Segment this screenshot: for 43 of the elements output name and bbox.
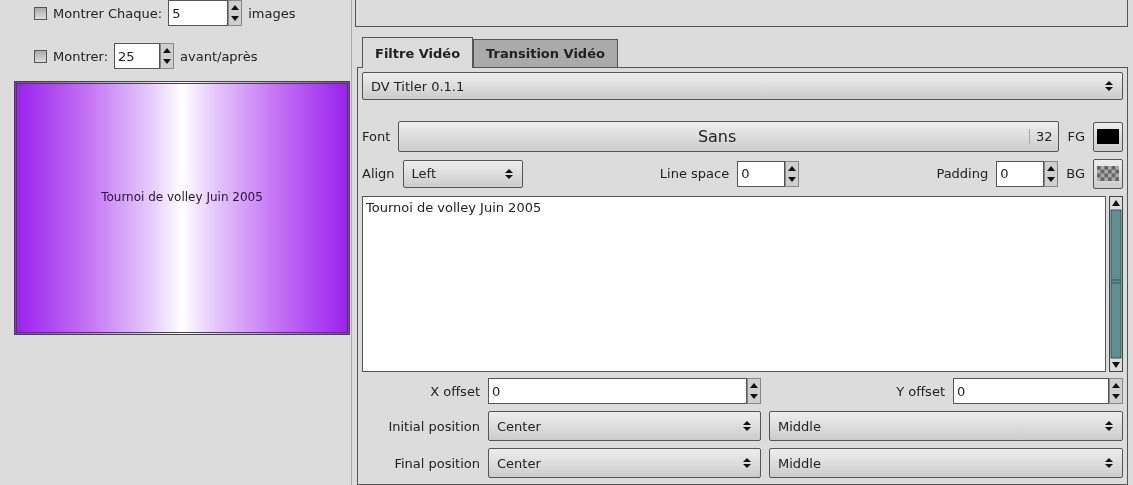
tab[interactable]: Filtre Vidéo [362,37,474,68]
vertical-dropdown[interactable]: Middle [769,448,1123,478]
caret-icon [1104,457,1114,469]
unit-label: avant/après [180,48,258,64]
padding-label: Padding [936,166,989,181]
checkbox-label: Montrer: [53,48,109,64]
position-label: Initial position [387,418,480,434]
spin-arrows-icon[interactable] [228,0,243,26]
unit-label: images [248,5,296,21]
filter-dropdown[interactable]: DV Titler 0.1.1 [362,72,1123,100]
caret-icon [1104,420,1114,432]
checkbox[interactable] [34,49,47,63]
font-button[interactable]: Sans 32 [398,121,1060,152]
x-offset-label: X offset [429,383,480,399]
bg-label: BG [1066,166,1085,181]
preview-title-text: Tournoi de volley Juin 2005 [101,190,263,204]
spin-arrows-icon[interactable] [785,160,800,187]
horizontal-dropdown[interactable]: Center [488,411,761,441]
tab[interactable]: Transition Vidéo [473,39,618,67]
caret-icon [742,420,752,432]
color-button[interactable] [1093,158,1123,189]
spin-arrows-icon[interactable] [1109,378,1123,404]
checkbox[interactable] [34,6,47,20]
caret-icon [503,167,514,180]
spin-arrows-icon[interactable] [747,378,761,404]
line-space-label: Line space [659,166,730,181]
position-label: Final position [393,455,480,471]
align-label: Align [362,166,395,181]
vertical-dropdown[interactable]: Middle [769,411,1123,441]
caret-icon [1104,80,1114,92]
checkbox-label: Montrer Chaque: [53,5,163,21]
y-offset-label: Y offset [896,383,945,399]
font-label: Font [362,129,391,144]
text-area[interactable]: Tournoi de volley Juin 2005 [362,196,1106,372]
color-button[interactable] [1093,121,1123,152]
spin-arrows-icon[interactable] [160,43,175,69]
align-dropdown[interactable]: Left [402,159,523,188]
horizontal-dropdown[interactable]: Center [488,448,761,478]
fg-label: FG [1067,129,1085,144]
spin-arrows-icon[interactable] [1044,160,1059,187]
scrollbar[interactable] [1109,196,1123,372]
caret-icon [742,457,752,469]
checker-icon [1097,166,1119,181]
